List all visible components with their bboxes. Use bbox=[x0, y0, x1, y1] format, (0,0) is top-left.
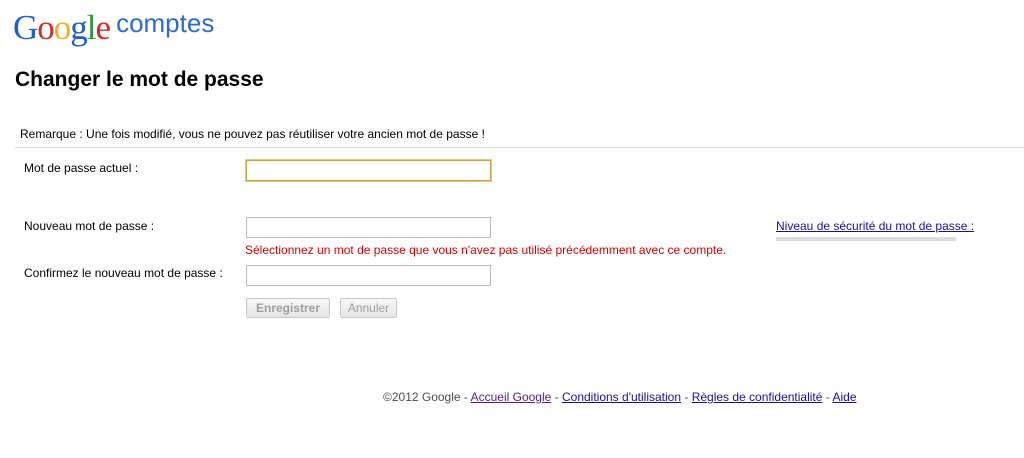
current-password-label: Mot de passe actuel : bbox=[24, 161, 139, 175]
logo-letter: o bbox=[37, 8, 54, 47]
footer-separator: - bbox=[681, 390, 692, 404]
footer-separator: - bbox=[460, 390, 471, 404]
confirm-password-input[interactable] bbox=[246, 265, 491, 286]
logo-letter: G bbox=[13, 8, 38, 47]
footer-separator: - bbox=[551, 390, 562, 404]
cancel-button[interactable]: Annuler bbox=[340, 298, 397, 318]
current-password-input[interactable] bbox=[246, 160, 491, 181]
product-name: comptes bbox=[116, 8, 215, 38]
password-strength-bar bbox=[776, 237, 956, 241]
save-button[interactable]: Enregistrer bbox=[246, 298, 330, 318]
confirm-password-label: Confirmez le nouveau mot de passe : bbox=[24, 266, 223, 280]
footer-separator: - bbox=[822, 390, 833, 404]
page-title: Changer le mot de passe bbox=[15, 68, 264, 91]
footer: ©2012 Google - Accueil Google - Conditio… bbox=[383, 390, 857, 404]
footer-link-privacy[interactable]: Règles de confidentialité bbox=[692, 390, 823, 404]
password-error-message: Sélectionnez un mot de passe que vous n'… bbox=[245, 243, 727, 257]
footer-link-terms[interactable]: Conditions d'utilisation bbox=[562, 390, 681, 404]
footer-link-help[interactable]: Aide bbox=[832, 390, 856, 404]
footer-link-home[interactable]: Accueil Google bbox=[471, 390, 552, 404]
logo-letter: e bbox=[95, 8, 112, 47]
new-password-label: Nouveau mot de passe : bbox=[24, 219, 155, 233]
password-strength-link[interactable]: Niveau de sécurité du mot de passe : bbox=[776, 219, 974, 233]
new-password-input[interactable] bbox=[246, 217, 491, 238]
logo-letter: g bbox=[70, 8, 87, 47]
google-logo: Google bbox=[13, 8, 112, 48]
copyright: ©2012 Google bbox=[383, 390, 461, 404]
logo-letter: o bbox=[53, 8, 71, 47]
divider bbox=[15, 147, 1024, 148]
logo-letter: l bbox=[86, 8, 97, 47]
password-reuse-note: Remarque : Une fois modifié, vous ne pou… bbox=[20, 127, 485, 141]
google-accounts-logo[interactable]: Google comptes bbox=[13, 4, 214, 48]
